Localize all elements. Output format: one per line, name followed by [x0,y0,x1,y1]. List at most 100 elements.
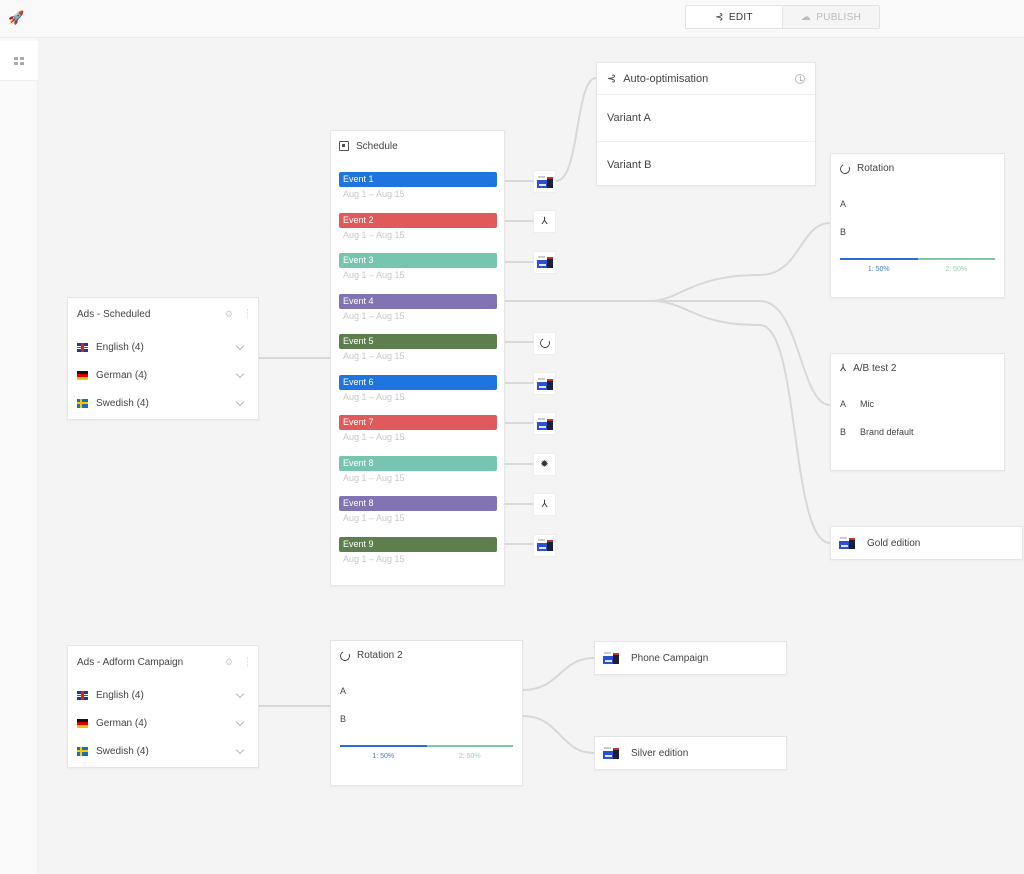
event-target-node[interactable] [533,250,556,274]
rotation-title: Rotation [857,163,895,174]
rotation-row[interactable]: B [840,218,995,246]
variant-row[interactable]: Variant A [597,95,815,141]
uk-flag-icon [77,690,88,700]
split-label-1: 1: 50% [372,753,395,760]
wire-creative-to-auto [555,77,597,182]
ads-group-title: Ads - Scheduled [77,308,151,320]
rotation-2-card[interactable]: Rotation 2 A B 1: 50% 2: 50% [330,640,523,786]
language-row[interactable]: English (4) [77,333,249,361]
publish-label: PUBLISH [816,11,862,23]
event-date-range: Aug 1 – Aug 15 [343,553,405,564]
german-flag-icon [77,718,88,728]
split-segment-1 [340,745,427,747]
ab-test-row[interactable]: A Mic [840,390,995,418]
rotation-row[interactable]: A [840,190,995,218]
more-icon[interactable] [247,309,249,319]
event-bar[interactable]: Event 9 [339,536,497,552]
rotation-row[interactable]: A [340,677,513,705]
rotation-row[interactable]: B [340,705,513,733]
chevron-down-icon[interactable] [235,341,245,350]
event-bar[interactable]: Event 6 [339,374,497,390]
ab-test-icon: ⅄ [541,499,548,511]
schedule-card[interactable]: Schedule Event 1 Aug 1 – Aug 15 Event 2 Aug… [330,130,505,586]
creative-thumbnail-icon [536,538,553,552]
event-bar[interactable]: Event 5 [339,334,497,349]
schedule-event[interactable]: Event 8 Aug 1 – Aug 15 [339,455,497,497]
event-bar[interactable]: Event 1 [339,172,497,187]
schedule-event[interactable]: Event 2 Aug 1 – Aug 15 [339,212,497,254]
event-bar[interactable]: Event 3 [339,253,497,268]
chevron-down-icon[interactable] [235,369,245,378]
schedule-event[interactable]: Event 4 Aug 1 – Aug 15 [339,293,497,335]
event-target-node[interactable]: ✹ [533,452,556,476]
rotation-icon [338,649,352,662]
event-bar[interactable]: Event 2 [339,212,497,228]
event-bar[interactable]: Event 4 [339,293,497,309]
language-row[interactable]: German (4) [77,361,249,389]
gear-icon[interactable]: ⚙ [225,657,233,668]
schedule-event[interactable]: Event 3 Aug 1 – Aug 15 [339,253,497,294]
swedish-flag-icon [77,398,88,408]
clock-icon[interactable] [795,73,805,84]
ads-group-card[interactable]: Ads - Adform Campaign ⚙ English (4) Germ… [67,645,259,768]
chevron-down-icon[interactable] [235,717,245,726]
cloud-upload-icon: ☁ [800,11,812,23]
creative-thumbnail-icon [536,377,553,391]
auto-optimisation-card[interactable]: ⊰ Auto-optimisation Variant A Variant B [596,62,816,186]
variant-row[interactable]: Variant B [597,141,815,187]
creative-card-gold[interactable]: Gold edition [830,526,1023,560]
event-target-node[interactable] [533,412,556,436]
split-segment-2 [426,745,513,747]
event-target-node[interactable] [533,331,556,355]
event-target-node[interactable]: ⅄ [533,210,556,234]
sidebar-item-nodes[interactable] [0,41,38,81]
ab-test-card[interactable]: ⅄ A/B test 2 A Mic B Brand default [830,353,1005,471]
creative-thumbnail-icon [536,417,553,431]
gear-icon[interactable]: ⚙ [225,309,233,320]
rotation-card[interactable]: Rotation A B 1: 50% 2: 50% [830,153,1005,298]
publish-button[interactable]: ☁ PUBLISH [782,6,879,28]
rocket-icon[interactable]: 🚀 [8,10,24,26]
creative-card-silver[interactable]: Silver edition [594,736,787,770]
event-bar[interactable]: Event 8 [339,496,497,511]
rotation-split-bar [340,745,513,747]
schedule-event[interactable]: Event 1 Aug 1 – Aug 15 [339,172,497,213]
ab-test-row[interactable]: B Brand default [840,418,995,446]
language-row[interactable]: Swedish (4) [77,737,249,765]
chevron-down-icon[interactable] [235,689,245,698]
rotation-2-title: Rotation 2 [357,650,403,661]
more-icon[interactable] [247,657,249,667]
event-target-node[interactable]: ⅄ [533,493,556,517]
schedule-event[interactable]: Event 8 Aug 1 – Aug 15 [339,496,497,537]
event-date-range: Aug 1 – Aug 15 [343,229,405,240]
schedule-event[interactable]: Event 6 Aug 1 – Aug 15 [339,374,497,416]
ads-group-card[interactable]: Ads - Scheduled ⚙ English (4) German (4)… [67,297,259,420]
language-row[interactable]: German (4) [77,709,249,737]
flow-icon: ⊰ [715,11,724,23]
split-label-1: 1: 50% [867,266,890,273]
schedule-event[interactable]: Event 9 Aug 1 – Aug 15 [339,536,497,578]
ab-key: B [840,427,847,437]
creative-thumbnail-icon [536,255,553,269]
top-bar: 🚀 ⊰ EDIT ☁ PUBLISH [0,0,1024,38]
split-segment-1 [840,258,918,260]
auto-optimisation-title: Auto-optimisation [623,72,709,85]
schedule-event[interactable]: Event 5 Aug 1 – Aug 15 [339,334,497,375]
event-target-node[interactable] [533,372,556,395]
event-target-node[interactable] [533,533,556,557]
language-label: English (4) [96,341,144,353]
event-bar[interactable]: Event 7 [339,415,497,430]
event-target-node[interactable] [533,170,556,193]
event-bar[interactable]: Event 8 [339,455,497,471]
language-row[interactable]: Swedish (4) [77,389,249,417]
grid-icon [14,56,24,65]
uk-flag-icon [77,342,88,352]
ab-test-icon: ⅄ [840,363,847,374]
schedule-event[interactable]: Event 7 Aug 1 – Aug 15 [339,415,497,456]
creative-card-phone[interactable]: Phone Campaign [594,641,787,675]
chevron-down-icon[interactable] [235,745,245,754]
edit-button[interactable]: ⊰ EDIT [686,6,782,28]
chevron-down-icon[interactable] [235,397,245,406]
language-row[interactable]: English (4) [77,681,249,709]
wire-rotation2-to-silver [522,715,595,754]
